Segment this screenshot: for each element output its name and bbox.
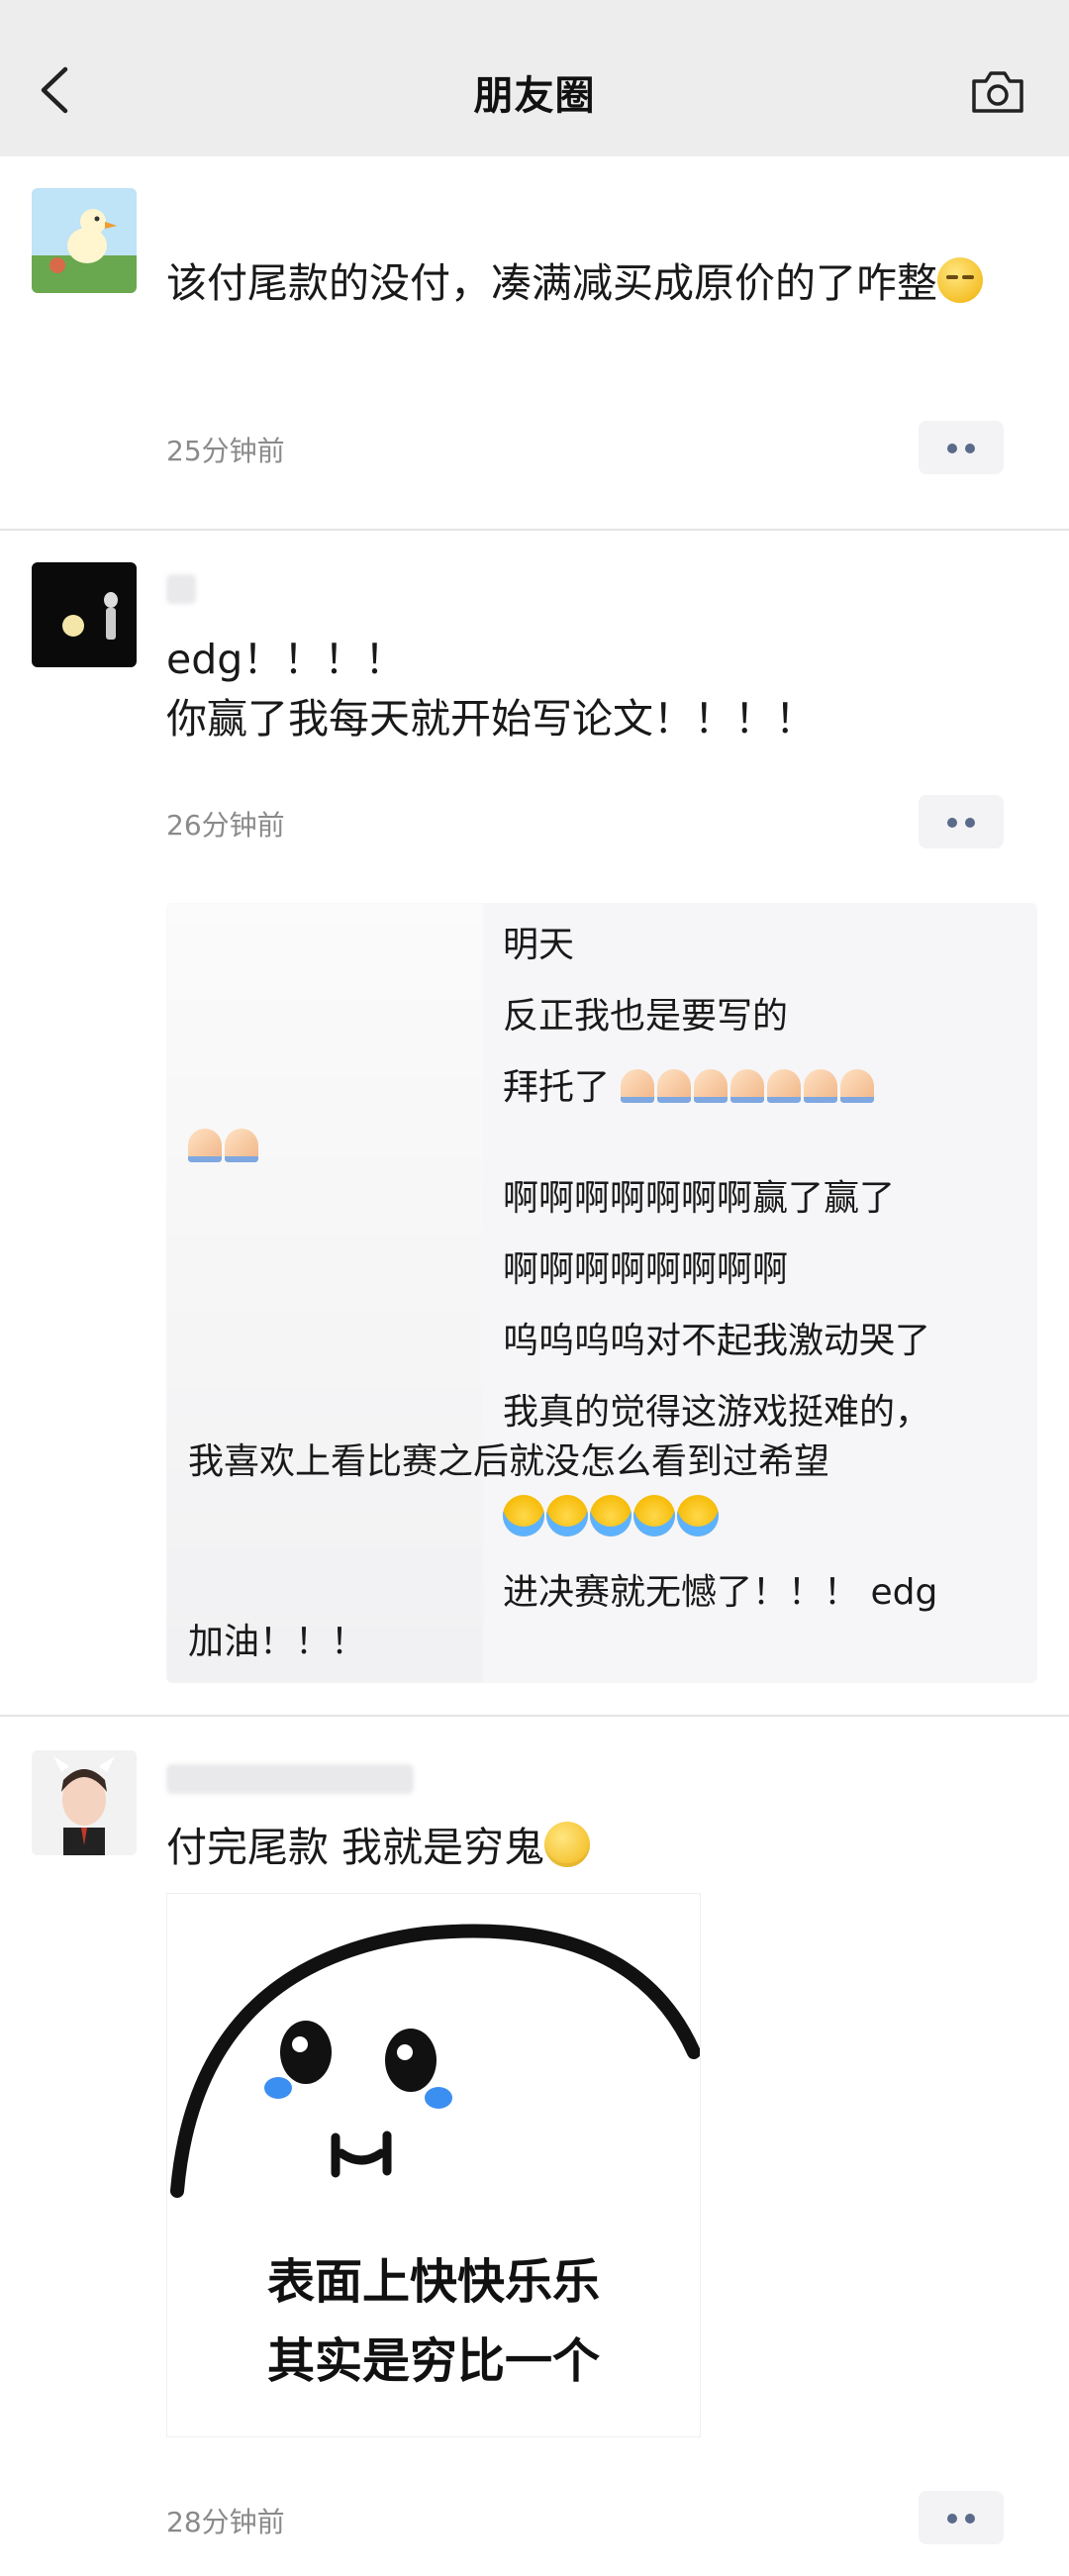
comment-item[interactable]: 拜托了 [503,1063,877,1113]
post-text-content: 付完尾款 我就是穷鬼 [166,1824,545,1871]
comment-section: 明天 反正我也是要写的 拜托了 啊啊啊啊啊啊啊赢了赢了 啊啊啊啊啊啊啊啊 呜呜呜… [166,903,1037,1683]
post-text: 该付尾款的没付，凑满减买成原价的了咋整 [166,253,1018,313]
comment-item[interactable]: 进决赛就无憾了！！！ edg [503,1568,937,1618]
avatar[interactable] [32,1750,137,1855]
divider [0,1715,1069,1717]
comment-item[interactable]: 呜呜呜呜对不起我激动哭了 [503,1317,930,1366]
more-actions-button[interactable] [919,421,1004,474]
comment-continuation: 加油！！！ [188,1618,366,1667]
crying-face-icon [503,1495,721,1539]
comment-item[interactable]: 明天 [503,921,574,970]
meme-caption-line: 表面上快快乐乐 [266,2254,600,2310]
comment-text: 加油！！！ [188,1622,367,1662]
comment-text: 啊啊啊啊啊啊啊啊 [503,1249,789,1290]
comment-item[interactable]: 啊啊啊啊啊啊啊啊 [503,1245,788,1295]
divider [0,529,1069,531]
comment-text: 反正我也是要写的 [503,996,789,1037]
comment-text: 进决赛就无憾了！！！ edg [503,1572,938,1613]
page-title: 朋友圈 [473,73,596,119]
comment-item[interactable]: 反正我也是要写的 [503,992,788,1041]
camera-icon[interactable] [970,69,1025,115]
comment-text: 我真的觉得这游戏挺难的， [503,1392,931,1433]
post-text-line: 你赢了我每天就开始写论文！！！！ [166,695,816,743]
comment-continuation [188,1123,261,1172]
post-text-content: 该付尾款的没付，凑满减买成原价的了咋整 [166,259,937,307]
post-time: 28分钟前 [166,2506,285,2538]
comment-continuation: 我喜欢上看比赛之后就没怎么看到过希望 [188,1437,829,1487]
post-time: 25分钟前 [166,435,285,467]
flushed-face-emoji-icon [544,1822,591,1867]
post-text: edg！！！！ 你赢了我每天就开始写论文！！！！ [166,630,1018,748]
post-text: 付完尾款 我就是穷鬼 [166,1818,1018,1877]
comment-text: 明天 [503,925,575,965]
praying-hands-icon [621,1067,877,1108]
comment-item[interactable] [503,1495,721,1544]
comment-text: 拜托了 [503,1067,611,1108]
comment-text: 呜呜呜呜对不起我激动哭了 [503,1321,931,1361]
eye-roll-emoji-icon [937,257,983,303]
more-actions-button[interactable] [919,795,1004,848]
avatar[interactable] [32,562,137,667]
navigation-bar: 朋友圈 [0,0,1069,156]
meme-caption-line: 其实是穷比一个 [266,2333,600,2389]
blurred-username [166,574,196,604]
blurred-username [166,1764,414,1794]
more-actions-button[interactable] [919,2491,1004,2544]
praying-hands-icon [188,1127,261,1167]
comment-text: 啊啊啊啊啊啊啊赢了赢了 [503,1178,896,1219]
comment-item[interactable]: 啊啊啊啊啊啊啊赢了赢了 [503,1174,895,1224]
meme-image[interactable]: 表面上快快乐乐 其实是穷比一个 [166,1893,701,2437]
avatar[interactable] [32,188,137,293]
post-time: 26分钟前 [166,809,285,842]
comment-text: 我喜欢上看比赛之后就没怎么看到过希望 [188,1441,830,1482]
blurred-commenter-names [166,903,483,1683]
post-text-line: edg！！！！ [166,636,406,683]
comment-item[interactable]: 我真的觉得这游戏挺难的， [503,1388,930,1437]
